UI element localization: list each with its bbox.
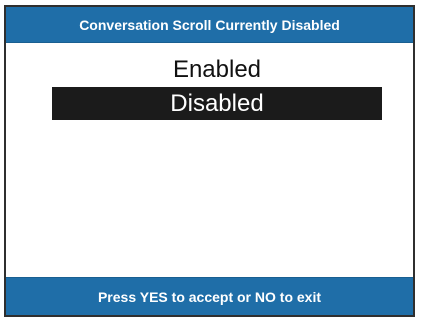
instruction-footer: Press YES to accept or NO to exit xyxy=(6,277,413,315)
dialog-title: Conversation Scroll Currently Disabled xyxy=(6,7,413,43)
settings-dialog: Conversation Scroll Currently Disabled E… xyxy=(4,5,415,317)
option-disabled[interactable]: Disabled xyxy=(52,87,382,120)
options-list: Enabled Disabled xyxy=(6,43,413,278)
option-enabled[interactable]: Enabled xyxy=(52,53,382,86)
